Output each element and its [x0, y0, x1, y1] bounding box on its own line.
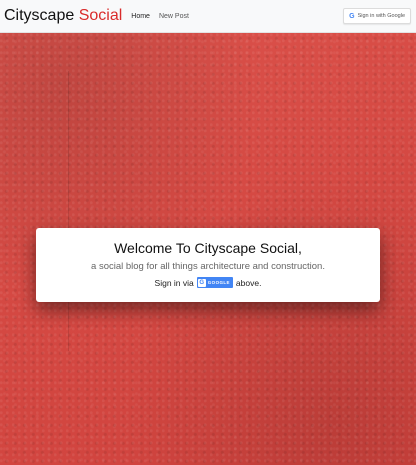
nav-links: Home New Post: [131, 13, 189, 20]
signin-prefix: Sign in via: [154, 277, 194, 288]
google-icon: G: [349, 12, 355, 20]
google-badge[interactable]: G GOOGLE: [196, 277, 233, 288]
navbar: Cityscape Social Home New Post G Sign in…: [0, 0, 416, 33]
brand-accent: Social: [78, 7, 123, 24]
welcome-subtitle: a social blog for all things architectur…: [91, 261, 325, 272]
wall-texture-line: [68, 71, 69, 351]
sign-in-label: Sign in with Google: [357, 13, 405, 19]
sign-in-with-google-button[interactable]: G Sign in with Google: [343, 8, 411, 24]
brand-logo[interactable]: Cityscape Social: [4, 7, 122, 25]
brand-main: Cityscape: [4, 7, 79, 24]
google-badge-icon: G: [197, 278, 206, 287]
google-badge-label: GOOGLE: [207, 280, 230, 285]
nav-link-new-post[interactable]: New Post: [159, 13, 189, 20]
nav-link-home[interactable]: Home: [131, 13, 150, 20]
signin-instructions: Sign in via G GOOGLE above.: [36, 277, 380, 288]
welcome-card: Welcome To Cityscape Social, a social bl…: [36, 228, 380, 302]
signin-suffix: above.: [235, 277, 262, 288]
welcome-title: Welcome To Cityscape Social,: [114, 240, 302, 256]
